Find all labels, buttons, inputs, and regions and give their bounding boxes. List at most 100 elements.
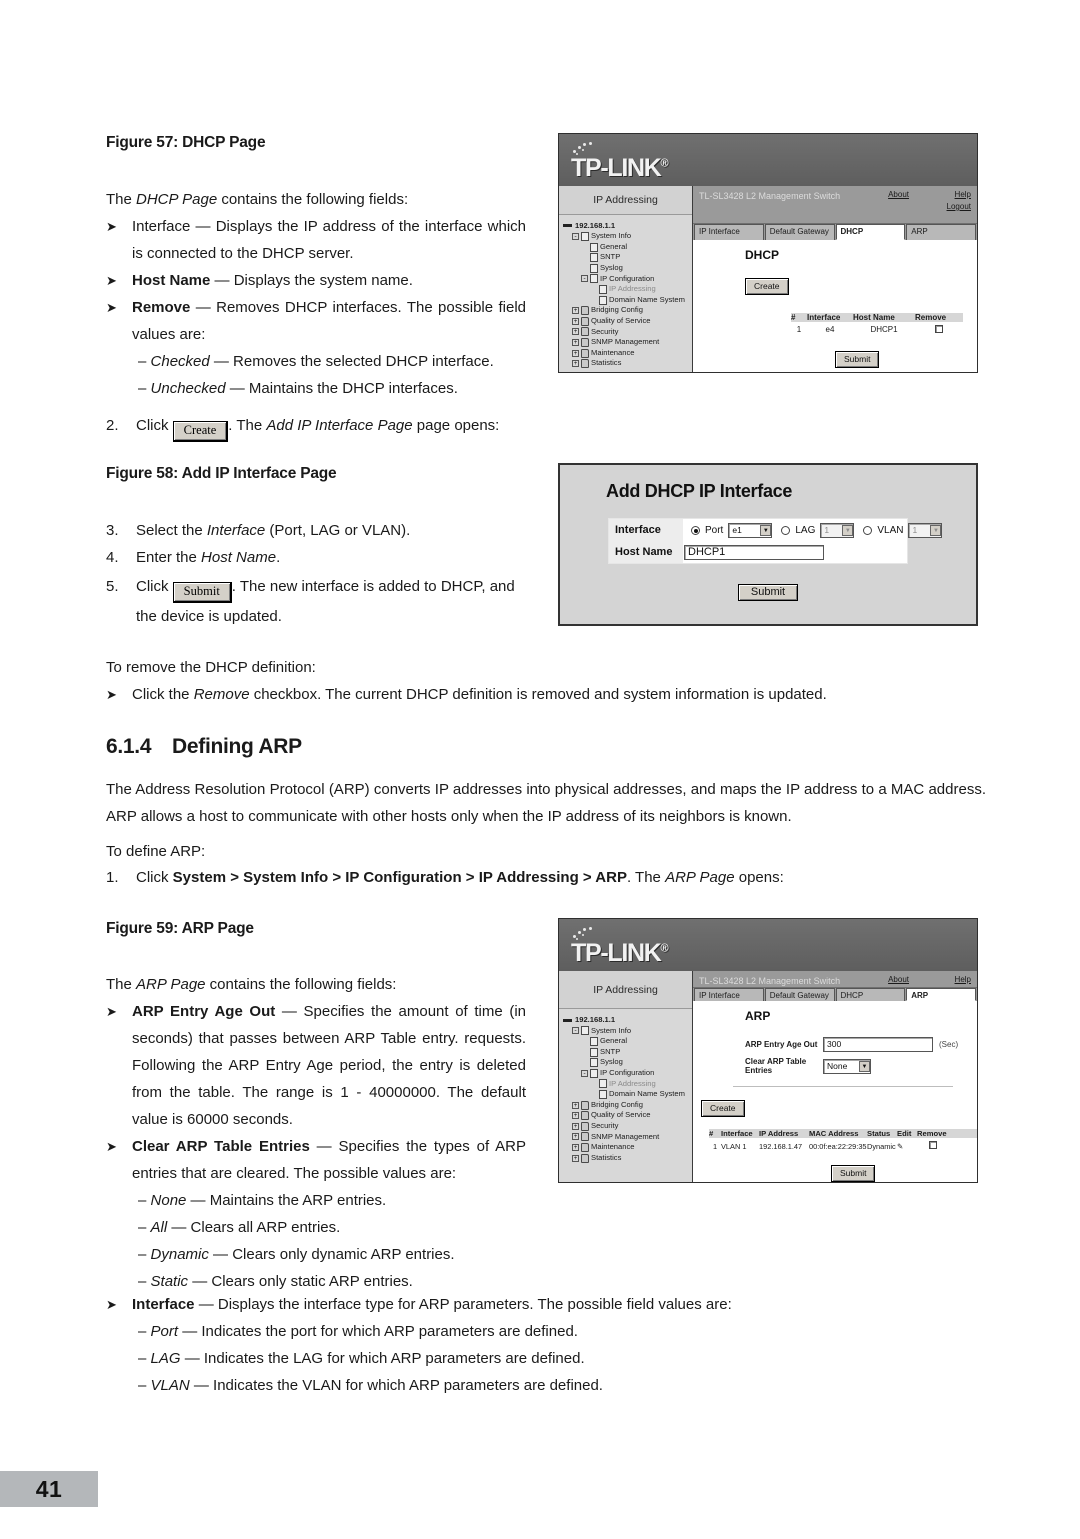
- tree-item[interactable]: General: [563, 1036, 689, 1047]
- tree-item[interactable]: Domain Name System: [563, 295, 689, 306]
- tree-item[interactable]: 192.168.1.1: [563, 1015, 689, 1026]
- create-button[interactable]: Create: [172, 421, 229, 442]
- table-header-row: # Interface IP Address MAC Address Statu…: [709, 1129, 977, 1138]
- page-title: DHCP: [745, 248, 780, 262]
- tree-item[interactable]: + Bridging Config: [563, 1100, 689, 1111]
- tree-item[interactable]: + SNMP Management: [563, 1132, 689, 1143]
- tab-default-gateway[interactable]: Default Gateway: [764, 988, 835, 1001]
- vlan-radio[interactable]: [863, 525, 873, 535]
- help-link[interactable]: Help: [947, 974, 971, 986]
- tree-item[interactable]: Domain Name System: [563, 1089, 689, 1100]
- tab-dhcp[interactable]: DHCP: [835, 988, 906, 1001]
- expand-icon[interactable]: +: [572, 1101, 579, 1109]
- tree-item[interactable]: + Security: [563, 327, 689, 338]
- edit-pencil-icon[interactable]: ✎: [897, 1142, 917, 1151]
- collapse-icon[interactable]: -: [581, 1069, 588, 1077]
- submit-button[interactable]: Submit: [172, 582, 232, 603]
- port-select[interactable]: e1 ▼: [728, 522, 773, 538]
- expand-icon[interactable]: +: [572, 328, 579, 336]
- tab-ip-interface[interactable]: IP Interface: [694, 224, 764, 240]
- clear-arp-label: Clear ARP Table Entries: [745, 1057, 807, 1075]
- navigation-tree[interactable]: 192.168.1.1 - System Info General SNTP Syslog…: [559, 214, 692, 372]
- tree-item[interactable]: SNTP: [563, 1047, 689, 1058]
- tree-item[interactable]: + Statistics: [563, 358, 689, 369]
- bullet-desc: — Displays the system name.: [210, 272, 413, 289]
- tab-ip-interface[interactable]: IP Interface: [694, 988, 764, 1001]
- expand-icon[interactable]: +: [572, 1154, 579, 1162]
- arp-age-input[interactable]: 300: [823, 1037, 933, 1052]
- list-item: ➤ ARP Entry Age Out — Specifies the amou…: [106, 998, 526, 1133]
- logout-link[interactable]: Logout: [947, 201, 971, 213]
- collapse-icon[interactable]: -: [572, 1027, 579, 1035]
- submit-button[interactable]: Submit: [835, 351, 880, 368]
- collapse-icon[interactable]: -: [581, 275, 588, 283]
- expand-icon[interactable]: +: [572, 1133, 579, 1141]
- tab-dhcp[interactable]: DHCP: [835, 224, 906, 240]
- clear-arp-value: None: [827, 1060, 848, 1071]
- expand-icon[interactable]: +: [572, 349, 579, 357]
- expand-icon[interactable]: +: [572, 339, 579, 347]
- navigation-tree[interactable]: 192.168.1.1 - System Info General SNTP Syslog…: [559, 1009, 692, 1182]
- tree-item[interactable]: + Security: [563, 1121, 689, 1132]
- sub-term: Dynamic: [150, 1246, 209, 1263]
- lag-select[interactable]: 1 ▼: [820, 522, 855, 538]
- tree-item[interactable]: + Maintenance: [563, 1142, 689, 1153]
- step-click-label: Click: [136, 578, 169, 595]
- create-button[interactable]: Create: [745, 278, 789, 295]
- tree-item[interactable]: Syslog: [563, 1057, 689, 1068]
- expand-icon[interactable]: +: [572, 1112, 579, 1120]
- tab-arp[interactable]: ARP: [906, 224, 976, 240]
- create-button[interactable]: Create: [701, 1100, 745, 1117]
- port-radio[interactable]: [691, 525, 700, 535]
- tree-item[interactable]: - System Info: [563, 1026, 689, 1037]
- tree-item[interactable]: - IP Configuration: [563, 274, 689, 285]
- tree-item[interactable]: 192.168.1.1: [563, 221, 689, 232]
- tree-item[interactable]: + SNMP Management: [563, 337, 689, 348]
- tree-item-label: Quality of Service: [591, 1110, 651, 1120]
- host-name-input[interactable]: DHCP1: [684, 544, 824, 560]
- tree-item-label: Maintenance: [591, 347, 635, 357]
- arp-intro-pre: The: [106, 976, 137, 993]
- submit-button[interactable]: Submit: [831, 1165, 876, 1182]
- collapse-icon[interactable]: -: [572, 233, 579, 241]
- vlan-select[interactable]: 1 ▼: [908, 522, 943, 538]
- about-link[interactable]: About: [888, 189, 909, 201]
- tree-item[interactable]: + Quality of Service: [563, 1110, 689, 1121]
- clear-arp-select[interactable]: None ▼: [823, 1058, 871, 1074]
- submit-button[interactable]: Submit: [737, 584, 799, 601]
- lag-radio[interactable]: [781, 525, 791, 535]
- remove-checkbox[interactable]: [929, 1141, 937, 1149]
- tree-item[interactable]: + Maintenance: [563, 348, 689, 359]
- tab-arp[interactable]: ARP: [906, 988, 976, 1001]
- arrow-bullet-icon: ➤: [106, 687, 117, 702]
- step-number: 2.: [106, 417, 119, 434]
- tplink-banner: TP-LINK®: [559, 134, 977, 186]
- tree-item[interactable]: IP Addressing: [563, 1079, 689, 1090]
- tree-item[interactable]: General: [563, 242, 689, 253]
- col-ip-address: IP Address: [759, 1129, 799, 1138]
- expand-icon[interactable]: +: [572, 317, 579, 325]
- tree-item[interactable]: IP Addressing: [563, 284, 689, 295]
- tree-item[interactable]: - System Info: [563, 231, 689, 242]
- tree-item[interactable]: - IP Configuration: [563, 1068, 689, 1079]
- bullet-pre: Click the: [132, 686, 194, 703]
- tree-item[interactable]: Syslog: [563, 263, 689, 274]
- tree-item[interactable]: + Quality of Service: [563, 316, 689, 327]
- expand-icon[interactable]: +: [572, 1122, 579, 1130]
- col-remove: Remove: [917, 1129, 947, 1138]
- port-select-value: e1: [732, 524, 742, 535]
- remove-checkbox[interactable]: [935, 325, 943, 333]
- tree-item[interactable]: + Bridging Config: [563, 305, 689, 316]
- tree-item[interactable]: + Statistics: [563, 1153, 689, 1164]
- tab-default-gateway[interactable]: Default Gateway: [764, 224, 835, 240]
- tree-item[interactable]: SNTP: [563, 252, 689, 263]
- tree-spacer-icon: [590, 297, 597, 304]
- sub-desc: — Removes the selected DHCP interface.: [209, 353, 494, 370]
- expand-icon[interactable]: +: [572, 360, 579, 368]
- about-link[interactable]: About: [888, 974, 909, 986]
- bullet-text: Remove — Removes DHCP interfaces. The po…: [132, 294, 526, 348]
- expand-icon[interactable]: +: [572, 1143, 579, 1151]
- tab-bar: IP Interface Default Gateway DHCP ARP: [693, 988, 977, 1001]
- help-link[interactable]: Help: [947, 189, 971, 201]
- expand-icon[interactable]: +: [572, 307, 579, 315]
